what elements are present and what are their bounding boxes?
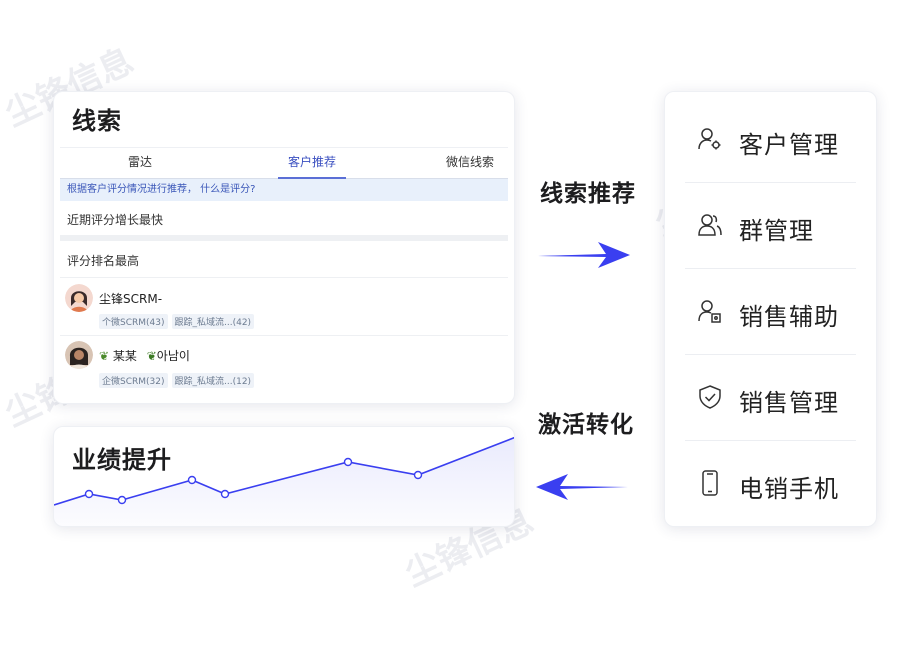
mobile-phone-icon	[702, 470, 718, 496]
menu-label: 电销手机	[739, 475, 839, 503]
menu-label: 销售管理	[739, 389, 839, 417]
leaf-icon: ❦	[146, 349, 157, 363]
trend-point	[343, 457, 353, 467]
performance-title: 业绩提升	[72, 446, 172, 474]
contact-tags: 企微SCRM(32) 跟踪_私域流...(12)	[99, 373, 258, 388]
contact-name[interactable]: ❦ 某某 ❦아남이	[99, 347, 190, 364]
tab-customer-recommend[interactable]: 客户推荐	[270, 148, 354, 178]
menu-item-customer-management[interactable]: 客户管理	[665, 96, 876, 182]
section-divider	[60, 235, 508, 241]
menu-label: 销售辅助	[739, 303, 839, 331]
leads-title: 线索	[72, 107, 122, 135]
leads-card: 线索 雷达 客户推荐 微信线索 根据客户评分情况进行推荐， 什么是评分? 近期评…	[53, 91, 515, 404]
row-divider	[60, 277, 508, 278]
leads-tabbar: 雷达 客户推荐 微信线索	[60, 147, 508, 179]
trend-point	[413, 470, 423, 480]
menu-item-sales-assist[interactable]: 销售辅助	[665, 268, 876, 354]
avatar	[65, 341, 93, 369]
trend-point	[187, 475, 197, 485]
recommend-hint[interactable]: 根据客户评分情况进行推荐， 什么是评分?	[60, 179, 508, 201]
shield-check-icon	[699, 385, 721, 409]
group-icon	[698, 214, 722, 236]
tag: 企微SCRM(32)	[99, 373, 168, 388]
section-recent-growth[interactable]: 近期评分增长最快	[67, 211, 163, 228]
menu-label: 客户管理	[739, 131, 839, 159]
tag: 个微SCRM(43)	[99, 314, 168, 329]
contact-name[interactable]: 尘锋SCRM-	[99, 290, 162, 307]
trend-point	[220, 489, 230, 499]
performance-card: 业绩提升	[53, 426, 515, 527]
arrow-left-icon	[536, 474, 628, 500]
section-top-ranked[interactable]: 评分排名最高	[67, 252, 139, 269]
menu-item-sales-management[interactable]: 销售管理	[665, 354, 876, 440]
arrow-right-icon	[538, 242, 630, 268]
activate-convert-label: 激活转化	[538, 412, 634, 438]
feature-menu-card: 客户管理 群管理 销售辅助 销售管理 电销手机	[664, 91, 877, 527]
user-gear-icon	[698, 128, 721, 150]
menu-item-group-management[interactable]: 群管理	[665, 182, 876, 268]
menu-item-telesales-phone[interactable]: 电销手机	[665, 440, 876, 526]
tab-wechat-leads[interactable]: 微信线索	[428, 148, 512, 178]
menu-label: 群管理	[739, 217, 814, 245]
user-tag-icon	[698, 300, 721, 323]
contact-name-text: 某某	[112, 349, 137, 363]
trend-point	[84, 489, 94, 499]
tag: 跟踪_私域流...(12)	[171, 373, 255, 388]
avatar	[65, 284, 93, 312]
trend-point	[117, 495, 127, 505]
contact-name-suffix: 아남이	[156, 349, 190, 363]
tab-radar[interactable]: 雷达	[100, 148, 180, 178]
lead-recommend-label: 线索推荐	[540, 181, 636, 207]
contact-tags: 个微SCRM(43) 跟踪_私域流...(42)	[99, 314, 258, 329]
leaf-icon: ❦	[99, 349, 110, 363]
tag: 跟踪_私域流...(42)	[171, 314, 255, 329]
row-divider	[60, 335, 508, 336]
